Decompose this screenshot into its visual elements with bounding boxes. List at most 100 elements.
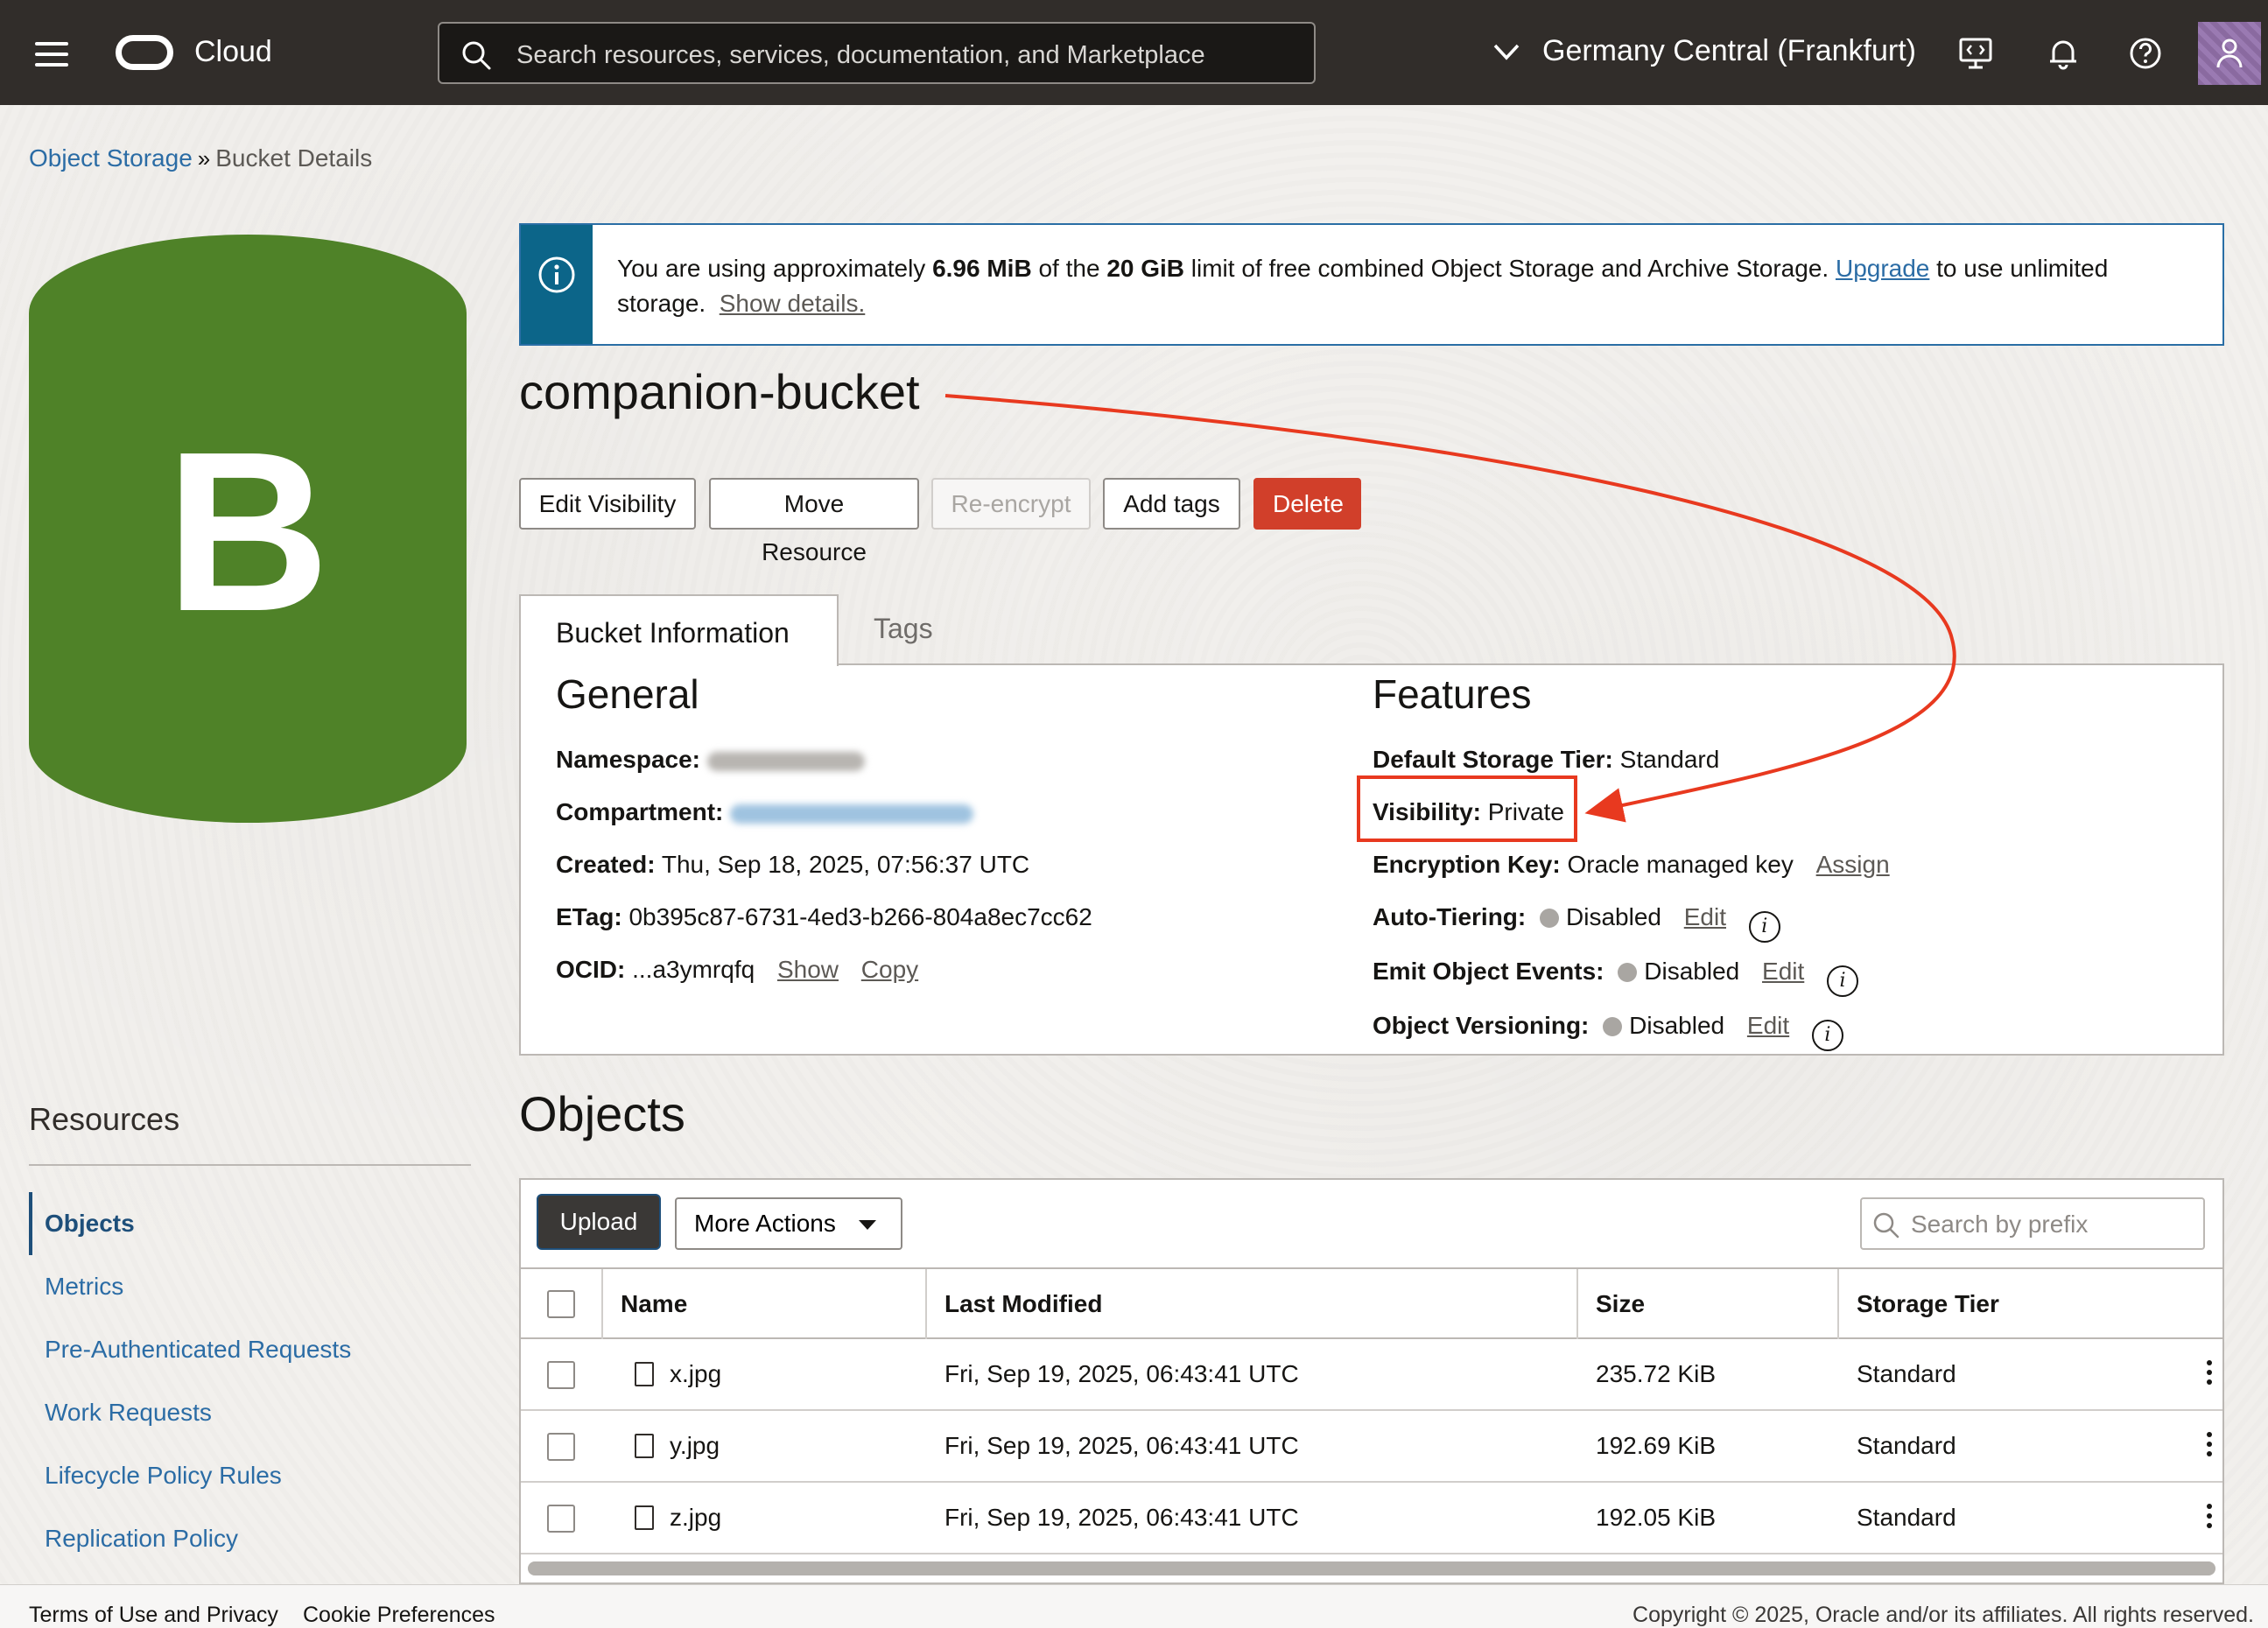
oracle-logo-icon[interactable] bbox=[116, 35, 173, 70]
ocid-label: OCID: bbox=[556, 956, 626, 983]
row-checkbox[interactable] bbox=[547, 1361, 575, 1389]
file-icon bbox=[635, 1362, 654, 1386]
sidebar-item-lifecycle-policy-rules[interactable]: Lifecycle Policy Rules bbox=[45, 1462, 282, 1490]
auto-tiering-info-icon[interactable]: i bbox=[1748, 911, 1780, 943]
row-checkbox[interactable] bbox=[547, 1433, 575, 1461]
general-heading: General bbox=[556, 671, 699, 717]
upload-button[interactable]: Upload bbox=[537, 1194, 661, 1250]
scrollbar-thumb[interactable] bbox=[528, 1561, 2215, 1575]
sidebar-item-objects[interactable]: Objects bbox=[45, 1210, 135, 1238]
user-avatar[interactable] bbox=[2198, 22, 2261, 85]
tab-bucket-information[interactable]: Bucket Information bbox=[519, 594, 839, 666]
developer-tools-icon[interactable] bbox=[1957, 35, 1994, 72]
column-header-name[interactable]: Name bbox=[621, 1290, 687, 1318]
tab-tags[interactable]: Tags bbox=[874, 613, 933, 645]
caret-down-icon bbox=[859, 1220, 876, 1230]
created-label: Created: bbox=[556, 851, 656, 878]
object-name[interactable]: y.jpg bbox=[670, 1432, 720, 1460]
object-last-modified: Fri, Sep 19, 2025, 06:43:41 UTC bbox=[944, 1432, 1299, 1459]
re-encrypt-button[interactable]: Re-encrypt bbox=[931, 478, 1091, 530]
objects-heading: Objects bbox=[519, 1086, 685, 1141]
hamburger-menu-icon[interactable] bbox=[35, 42, 68, 67]
table-row[interactable]: x.jpg Fri, Sep 19, 2025, 06:43:41 UTC 23… bbox=[521, 1339, 2222, 1411]
breadcrumb-object-storage[interactable]: Object Storage bbox=[29, 144, 193, 172]
help-icon[interactable] bbox=[2127, 35, 2164, 72]
object-last-modified: Fri, Sep 19, 2025, 06:43:41 UTC bbox=[944, 1360, 1299, 1387]
upgrade-link[interactable]: Upgrade bbox=[1836, 255, 1929, 282]
etag-field: ETag: 0b395c87-6731-4ed3-b266-804a8ec7cc… bbox=[556, 903, 1092, 931]
row-actions-kebab-icon[interactable] bbox=[2207, 1360, 2214, 1388]
banner-text: You are using approximately bbox=[617, 255, 933, 282]
versioning-field: Object Versioning: Disabled Edit i bbox=[1373, 1012, 1843, 1051]
namespace-field: Namespace: bbox=[556, 746, 865, 774]
sidebar-item-replication-policy[interactable]: Replication Policy bbox=[45, 1525, 238, 1553]
versioning-edit-link[interactable]: Edit bbox=[1747, 1012, 1789, 1039]
object-size: 235.72 KiB bbox=[1596, 1360, 1716, 1387]
ocid-value: ...a3ymrqfq bbox=[632, 956, 755, 983]
row-actions-kebab-icon[interactable] bbox=[2207, 1504, 2214, 1532]
ocid-copy-link[interactable]: Copy bbox=[861, 956, 918, 983]
column-header-size[interactable]: Size bbox=[1596, 1290, 1645, 1318]
copyright-text: Copyright © 2025, Oracle and/or its affi… bbox=[1633, 1603, 2254, 1627]
object-name[interactable]: z.jpg bbox=[670, 1504, 721, 1532]
row-checkbox[interactable] bbox=[547, 1505, 575, 1533]
more-actions-dropdown[interactable]: More Actions bbox=[675, 1197, 902, 1250]
sidebar-item-metrics[interactable]: Metrics bbox=[45, 1273, 123, 1301]
compartment-value-redacted[interactable] bbox=[730, 803, 974, 824]
table-row[interactable]: y.jpg Fri, Sep 19, 2025, 06:43:41 UTC 19… bbox=[521, 1411, 2222, 1483]
table-row[interactable]: z.jpg Fri, Sep 19, 2025, 06:43:41 UTC 19… bbox=[521, 1483, 2222, 1554]
prefix-search-input[interactable] bbox=[1911, 1208, 2191, 1241]
row-actions-kebab-icon[interactable] bbox=[2207, 1432, 2214, 1460]
add-tags-button[interactable]: Add tags bbox=[1103, 478, 1240, 530]
column-header-last-modified[interactable]: Last Modified bbox=[944, 1290, 1102, 1318]
emit-events-edit-link[interactable]: Edit bbox=[1762, 958, 1804, 985]
object-storage-tier: Standard bbox=[1857, 1360, 1956, 1387]
auto-tiering-edit-link[interactable]: Edit bbox=[1684, 903, 1726, 930]
column-divider bbox=[1576, 1269, 1578, 1339]
auto-tiering-field: Auto-Tiering: Disabled Edit i bbox=[1373, 903, 1780, 943]
emit-events-field: Emit Object Events: Disabled Edit i bbox=[1373, 958, 1859, 997]
select-all-checkbox[interactable] bbox=[547, 1290, 575, 1318]
search-icon bbox=[1873, 1212, 1899, 1239]
search-placeholder: Search resources, services, documentatio… bbox=[516, 41, 1205, 69]
prefix-search-field[interactable] bbox=[1860, 1197, 2205, 1250]
info-icon bbox=[538, 256, 575, 293]
cookie-preferences-link[interactable]: Cookie Preferences bbox=[303, 1603, 495, 1628]
terms-link[interactable]: Terms of Use and Privacy bbox=[29, 1603, 278, 1628]
resources-divider bbox=[29, 1164, 471, 1166]
banner-message: You are using approximately 6.96 MiB of … bbox=[617, 251, 2193, 321]
bell-icon[interactable] bbox=[2045, 35, 2082, 72]
app-name[interactable]: Cloud bbox=[194, 35, 272, 69]
status-dot-icon bbox=[1618, 963, 1638, 982]
column-header-storage-tier[interactable]: Storage Tier bbox=[1857, 1290, 1999, 1318]
horizontal-scrollbar[interactable] bbox=[528, 1561, 2215, 1575]
status-dot-icon bbox=[1603, 1017, 1623, 1036]
banner-accent bbox=[521, 225, 593, 344]
move-resource-button[interactable]: Move Resource bbox=[709, 478, 919, 565]
emit-events-info-icon[interactable]: i bbox=[1827, 965, 1859, 997]
sidebar-item-work-requests[interactable]: Work Requests bbox=[45, 1399, 212, 1427]
chevron-down-icon[interactable] bbox=[1492, 40, 1520, 63]
page-footer: Terms of Use and Privacy Cookie Preferen… bbox=[0, 1584, 2268, 1628]
versioning-info-icon[interactable]: i bbox=[1811, 1020, 1843, 1051]
resources-heading: Resources bbox=[29, 1101, 180, 1137]
delete-button[interactable]: Delete bbox=[1253, 478, 1361, 530]
ocid-show-link[interactable]: Show bbox=[777, 956, 839, 983]
etag-value: 0b395c87-6731-4ed3-b266-804a8ec7cc62 bbox=[628, 903, 1092, 930]
visibility-highlight-annotation bbox=[1357, 775, 1577, 842]
bucket-icon-letter: B bbox=[165, 405, 330, 659]
region-selector[interactable]: Germany Central (Frankfurt) bbox=[1542, 34, 1916, 68]
created-value: Thu, Sep 18, 2025, 07:56:37 UTC bbox=[661, 851, 1030, 878]
encryption-key-field: Encryption Key: Oracle managed key Assig… bbox=[1373, 851, 1890, 879]
status-dot-icon bbox=[1540, 909, 1560, 928]
assign-key-link[interactable]: Assign bbox=[1816, 851, 1890, 878]
global-search-input[interactable]: Search resources, services, documentatio… bbox=[438, 22, 1316, 84]
more-actions-label: More Actions bbox=[694, 1210, 836, 1237]
edit-visibility-button[interactable]: Edit Visibility bbox=[519, 478, 696, 530]
auto-tiering-label: Auto-Tiering: bbox=[1373, 903, 1527, 930]
breadcrumb-separator: » bbox=[197, 145, 211, 172]
show-details-link[interactable]: Show details. bbox=[720, 290, 866, 317]
object-name[interactable]: x.jpg bbox=[670, 1360, 721, 1388]
storage-tier-value: Standard bbox=[1619, 746, 1720, 773]
sidebar-item-pre-authenticated-requests[interactable]: Pre-Authenticated Requests bbox=[45, 1336, 351, 1364]
